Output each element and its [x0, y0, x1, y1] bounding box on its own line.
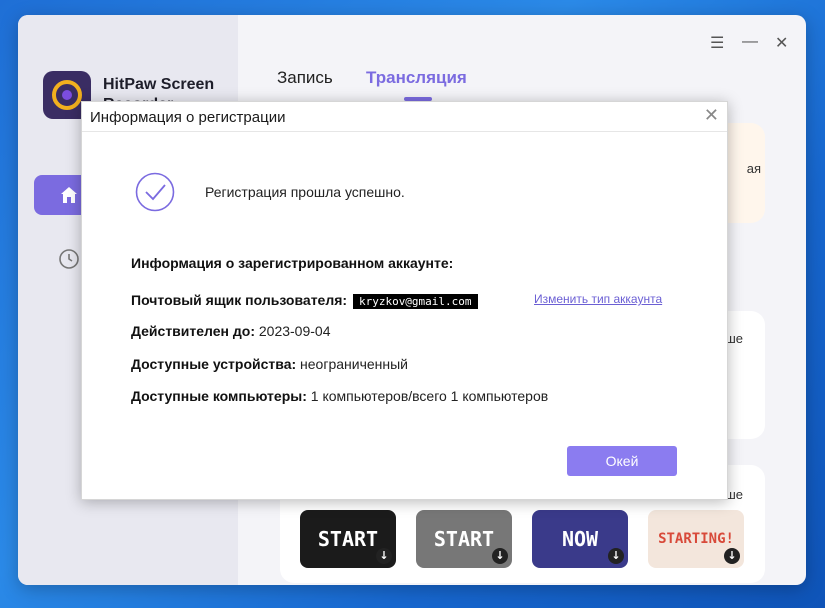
check-circle-icon	[135, 172, 175, 212]
menu-icon[interactable]: ☰	[710, 33, 724, 53]
close-icon[interactable]: ✕	[775, 33, 788, 53]
tab-record[interactable]: Запись	[277, 68, 333, 88]
minimize-icon[interactable]: —	[742, 33, 758, 51]
dialog-title: Информация о регистрации	[90, 109, 286, 126]
success-message: Регистрация прошла успешно.	[205, 184, 405, 200]
computers-label: Доступные компьютеры:	[131, 388, 307, 404]
valid-until-label: Действителен до:	[131, 323, 255, 339]
registration-dialog: Информация о регистрации ✕ Регистрация п…	[81, 101, 728, 500]
main-header	[238, 15, 806, 115]
email-label: Почтовый ящик пользователя:	[131, 292, 348, 308]
change-account-type-link[interactable]: Изменить тип аккаунта	[534, 292, 662, 306]
download-icon[interactable]: ↓	[608, 548, 624, 564]
divider	[82, 131, 727, 132]
account-info-heading: Информация о зарегистрированном аккаунте…	[131, 255, 454, 271]
email-row: Почтовый ящик пользователя: kryzkov@gmai…	[131, 292, 478, 309]
devices-row: Доступные устройства: неограниченный	[131, 356, 408, 372]
devices-label: Доступные устройства:	[131, 356, 297, 372]
download-icon[interactable]: ↓	[724, 548, 740, 564]
thumbnail-streaming-now[interactable]: NOW ↓	[532, 510, 628, 568]
thumbnail-start-2[interactable]: START ↓	[416, 510, 512, 568]
sidebar-item-history[interactable]	[58, 248, 80, 270]
thumbnail-starting[interactable]: STARTING! ↓	[648, 510, 744, 568]
devices-value: неограниченный	[300, 356, 408, 372]
computers-row: Доступные компьютеры: 1 компьютеров/всег…	[131, 388, 548, 404]
close-icon[interactable]: ✕	[704, 105, 719, 126]
valid-until-value: 2023-09-04	[258, 323, 331, 339]
email-value: kryzkov@gmail.com	[352, 293, 478, 309]
tab-stream[interactable]: Трансляция	[366, 68, 467, 88]
ok-button[interactable]: Окей	[567, 446, 677, 476]
home-icon	[61, 187, 77, 203]
thumbnail-start-1[interactable]: START ↓	[300, 510, 396, 568]
valid-until-row: Действителен до: 2023-09-04	[131, 323, 331, 339]
computers-value: 1 компьютеров/всего 1 компьютеров	[310, 388, 549, 404]
download-icon[interactable]: ↓	[492, 548, 508, 564]
download-icon[interactable]: ↓	[376, 548, 392, 564]
